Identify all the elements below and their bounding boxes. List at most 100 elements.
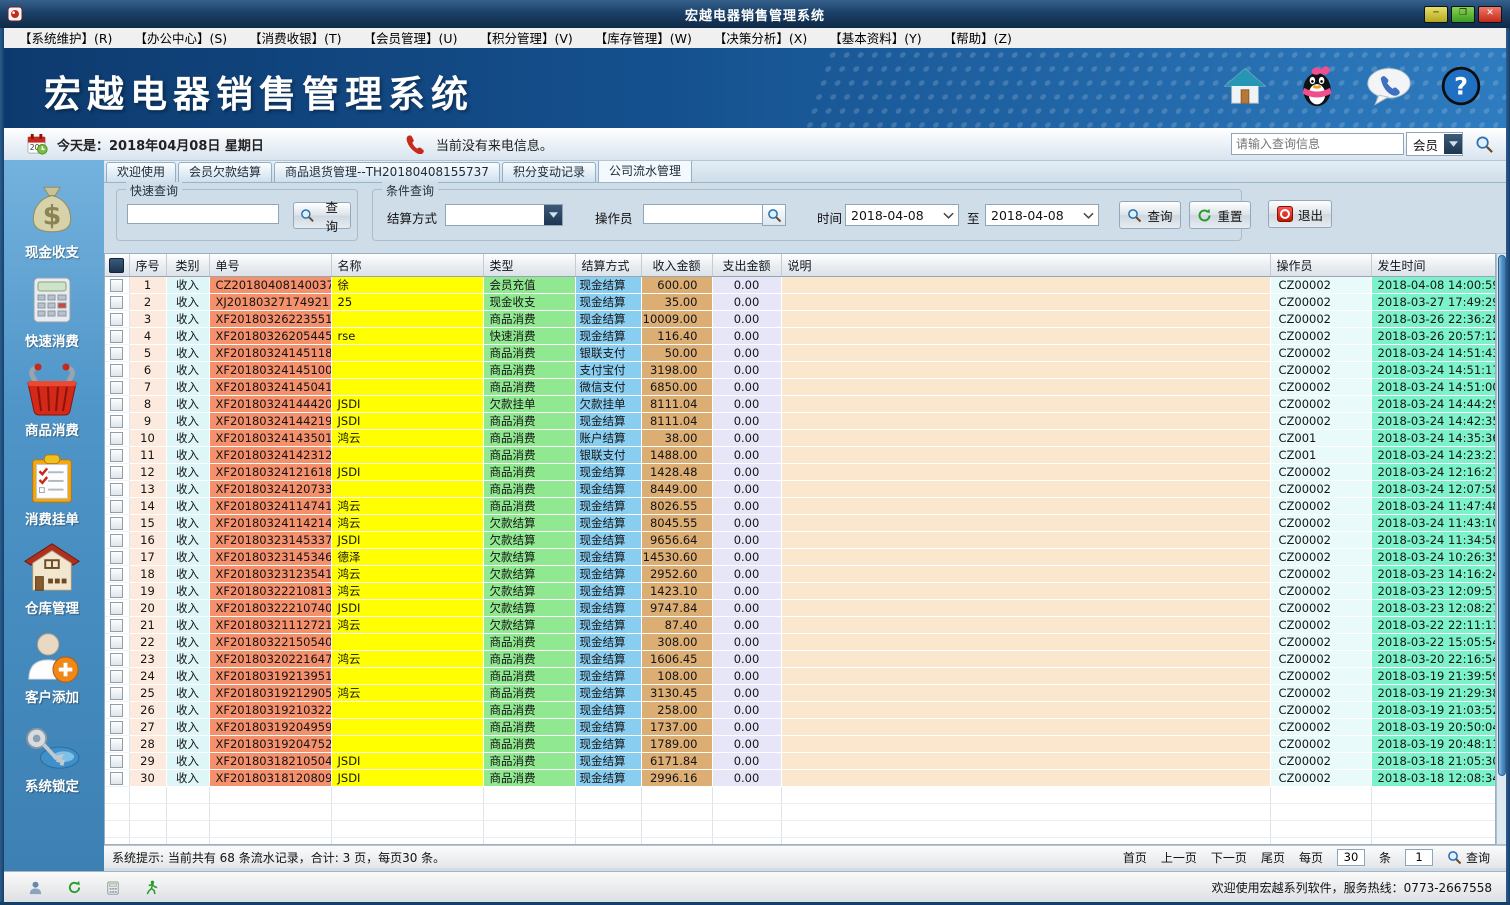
cell[interactable]: 0.00	[712, 634, 781, 651]
cell[interactable]: XF20180322150540	[209, 634, 331, 651]
cell[interactable]: 10009.00	[641, 311, 712, 328]
cell[interactable]: 商品消费	[483, 311, 575, 328]
cell[interactable]: CZ00002	[1270, 345, 1371, 362]
cell[interactable]: 鸿云	[331, 498, 483, 515]
row-checkbox[interactable]	[110, 364, 123, 377]
cell[interactable]: 徐	[331, 277, 483, 294]
cell[interactable]	[781, 311, 1270, 328]
cell[interactable]: CZ001	[1270, 447, 1371, 464]
cell[interactable]: 收入	[166, 498, 209, 515]
cell[interactable]: 0.00	[712, 396, 781, 413]
cell[interactable]: 21	[129, 617, 166, 634]
cell[interactable]: 收入	[166, 685, 209, 702]
table-row[interactable]: 5收入XF20180324145118商品消费银联支付50.000.00CZ00…	[105, 345, 1496, 362]
cell[interactable]	[781, 753, 1270, 770]
cell[interactable]: CZ00002	[1270, 685, 1371, 702]
cell[interactable]	[781, 600, 1270, 617]
cell[interactable]: CZ00002	[1270, 617, 1371, 634]
cell[interactable]: 收入	[166, 328, 209, 345]
cell[interactable]: 收入	[166, 515, 209, 532]
cell[interactable]: 0.00	[712, 447, 781, 464]
row-checkbox[interactable]	[110, 415, 123, 428]
cell[interactable]: 25	[331, 294, 483, 311]
cell[interactable]: 38.00	[641, 430, 712, 447]
cell[interactable]: 9656.64	[641, 532, 712, 549]
cell[interactable]: 收入	[166, 583, 209, 600]
user-icon[interactable]	[28, 880, 43, 895]
cell[interactable]: 2018-03-18 12:08:34	[1371, 770, 1496, 787]
cell[interactable]: XF20180324120733	[209, 481, 331, 498]
cell[interactable]: 2018-03-24 10:26:35	[1371, 549, 1496, 566]
cell[interactable]: 鸿云	[331, 566, 483, 583]
cell[interactable]: 支付宝付	[575, 362, 641, 379]
cell[interactable]: 收入	[166, 549, 209, 566]
cell[interactable]: 商品消费	[483, 447, 575, 464]
cell[interactable]: 23	[129, 651, 166, 668]
row-checkbox[interactable]	[110, 755, 123, 768]
cell[interactable]: 欠款结算	[483, 617, 575, 634]
table-row[interactable]: 19收入XF20180322210813鸿云欠款结算现金结算1423.100.0…	[105, 583, 1496, 600]
cell[interactable]: 欠款挂单	[483, 396, 575, 413]
cell[interactable]: 收入	[166, 566, 209, 583]
tab-0[interactable]: 欢迎使用	[106, 162, 176, 182]
cell[interactable]: CZ00002	[1270, 379, 1371, 396]
cell[interactable]: 0.00	[712, 515, 781, 532]
maximize-button[interactable]: ❐	[1451, 6, 1475, 23]
cell[interactable]: 24	[129, 668, 166, 685]
close-button[interactable]: ✕	[1478, 6, 1502, 23]
cell[interactable]: 16	[129, 532, 166, 549]
cell[interactable]	[781, 634, 1270, 651]
column-header[interactable]: 单号	[209, 254, 331, 277]
row-checkbox[interactable]	[110, 313, 123, 326]
cell[interactable]: 商品消费	[483, 413, 575, 430]
cell[interactable]: XF20180324114741	[209, 498, 331, 515]
cell[interactable]	[781, 617, 1270, 634]
cell[interactable]: 鸿云	[331, 651, 483, 668]
cell[interactable]: 2018-03-24 14:23:21	[1371, 447, 1496, 464]
cell[interactable]: 现金结算	[575, 651, 641, 668]
cell[interactable]: XF20180319204959	[209, 719, 331, 736]
first-page-link[interactable]: 首页	[1123, 849, 1147, 866]
cell[interactable]: 0.00	[712, 328, 781, 345]
cell[interactable]: 4	[129, 328, 166, 345]
cell[interactable]: 现金结算	[575, 753, 641, 770]
cell[interactable]: XF20180318210504	[209, 753, 331, 770]
cell[interactable]	[331, 447, 483, 464]
column-header[interactable]: 说明	[781, 254, 1270, 277]
cell[interactable]: 25	[129, 685, 166, 702]
scrollbar-thumb[interactable]	[1498, 255, 1506, 776]
sidebar-item-pending-orders[interactable]: 消费挂单	[0, 439, 104, 528]
cell[interactable]: 0.00	[712, 600, 781, 617]
cell[interactable]: 商品消费	[483, 702, 575, 719]
cell[interactable]: 0.00	[712, 719, 781, 736]
table-row[interactable]: 28收入XF20180319204752商品消费现金结算1789.000.00C…	[105, 736, 1496, 753]
member-category-select[interactable]: 会员	[1406, 132, 1463, 156]
table-row[interactable]: 16收入XF20180323145337JSDI欠款结算现金结算9656.640…	[105, 532, 1496, 549]
cell[interactable]: 3198.00	[641, 362, 712, 379]
cell[interactable]: CZ00002	[1270, 634, 1371, 651]
cell[interactable]: 0.00	[712, 379, 781, 396]
table-row[interactable]: 25收入XF20180319212905鸿云商品消费现金结算3130.450.0…	[105, 685, 1496, 702]
cell[interactable]	[781, 566, 1270, 583]
cell[interactable]: 2018-04-08 14:00:59	[1371, 277, 1496, 294]
cell[interactable]: 2018-03-26 22:36:28	[1371, 311, 1496, 328]
menu-item[interactable]: 【帮助】(Z)	[933, 29, 1023, 48]
cell[interactable]	[331, 311, 483, 328]
cell[interactable]: JSDI	[331, 464, 483, 481]
row-checkbox[interactable]	[110, 381, 123, 394]
menu-item[interactable]: 【系统维护】(R)	[8, 29, 123, 48]
member-search-input[interactable]	[1231, 133, 1404, 155]
table-row[interactable]: 29收入XF20180318210504JSDI商品消费现金结算6171.840…	[105, 753, 1496, 770]
last-page-link[interactable]: 尾页	[1261, 849, 1285, 866]
cell[interactable]: 现金结算	[575, 277, 641, 294]
cell[interactable]	[331, 736, 483, 753]
cell[interactable]: 现金结算	[575, 719, 641, 736]
cell[interactable]: 现金结算	[575, 532, 641, 549]
cell[interactable]: 2018-03-24 14:51:00	[1371, 379, 1496, 396]
cell[interactable]: 商品消费	[483, 719, 575, 736]
cell[interactable]: 28	[129, 736, 166, 753]
cell[interactable]: 600.00	[641, 277, 712, 294]
cell[interactable]: 26	[129, 702, 166, 719]
cell[interactable]: 30	[129, 770, 166, 787]
cell[interactable]: 商品消费	[483, 464, 575, 481]
